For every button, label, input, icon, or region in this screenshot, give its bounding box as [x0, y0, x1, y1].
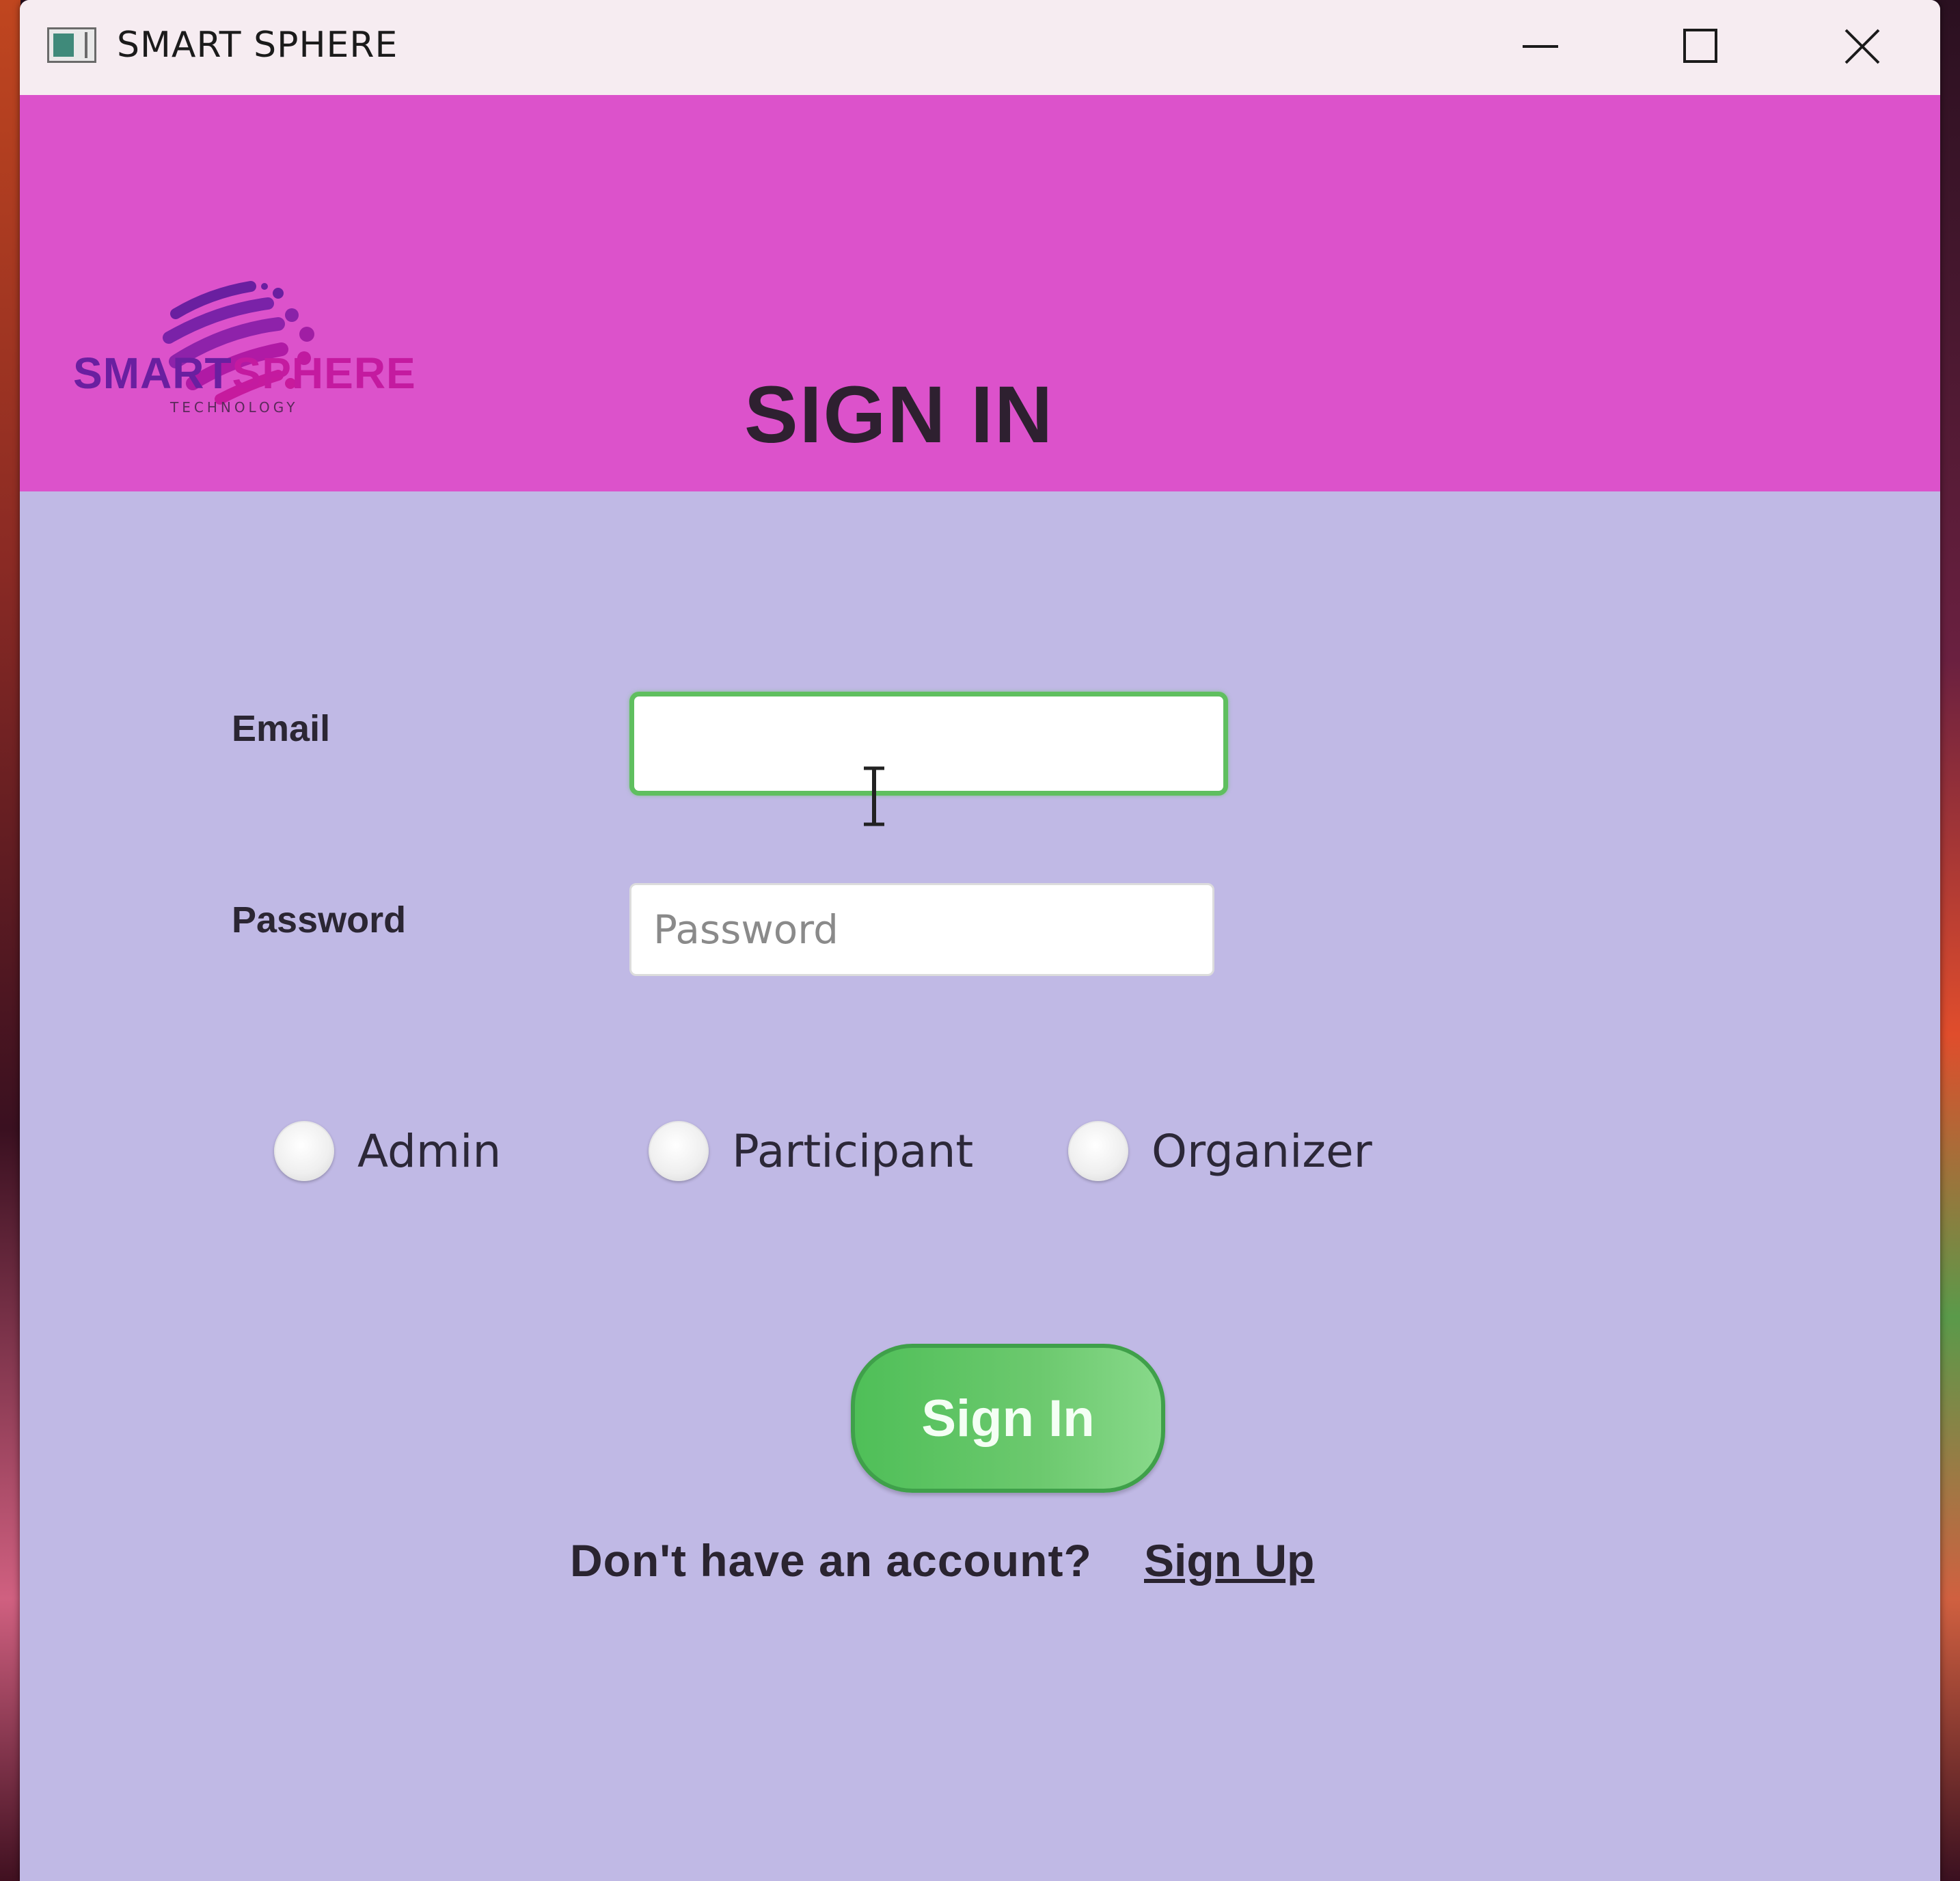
role-radio-admin[interactable]: Admin [274, 1121, 501, 1181]
minimize-icon [1523, 44, 1558, 48]
app-icon [47, 27, 96, 63]
desktop-wallpaper-right [1939, 0, 1960, 1881]
role-radio-organizer[interactable]: Organizer [1068, 1121, 1372, 1181]
window-title: SMART SPHERE [117, 25, 398, 66]
desktop-wallpaper-left [0, 0, 21, 1881]
title-bar[interactable]: SMART SPHERE [20, 0, 1940, 95]
radio-label: Organizer [1152, 1124, 1372, 1178]
close-icon [1845, 29, 1880, 64]
maximize-button[interactable] [1663, 14, 1739, 79]
radio-button[interactable] [1068, 1121, 1128, 1181]
logo-wordmark: SMARTSPHERE [73, 349, 416, 398]
text-cursor-icon [864, 766, 884, 826]
minimize-button[interactable] [1503, 14, 1578, 79]
maximize-icon [1683, 28, 1717, 63]
close-button[interactable] [1825, 14, 1900, 79]
password-field[interactable] [629, 883, 1214, 976]
email-field[interactable] [629, 692, 1228, 796]
sign-in-button[interactable]: Sign In [851, 1344, 1165, 1493]
radio-label: Participant [732, 1124, 974, 1178]
radio-button[interactable] [649, 1121, 709, 1181]
app-window: SMART SPHERE SMARTSPHERE TECHNOLOGY SIGN… [20, 0, 1940, 1881]
header-banner: SMARTSPHERE TECHNOLOGY SIGN IN [20, 95, 1940, 491]
logo-subtitle: TECHNOLOGY [170, 399, 299, 416]
email-label: Email [232, 708, 331, 749]
radio-label: Admin [357, 1124, 502, 1178]
sign-up-link[interactable]: Sign Up [1144, 1534, 1314, 1586]
radio-button[interactable] [274, 1121, 334, 1181]
page-title: SIGN IN [744, 370, 1054, 460]
password-label: Password [232, 899, 407, 940]
role-radio-participant[interactable]: Participant [649, 1121, 973, 1181]
no-account-text: Don't have an account? [570, 1535, 1092, 1586]
